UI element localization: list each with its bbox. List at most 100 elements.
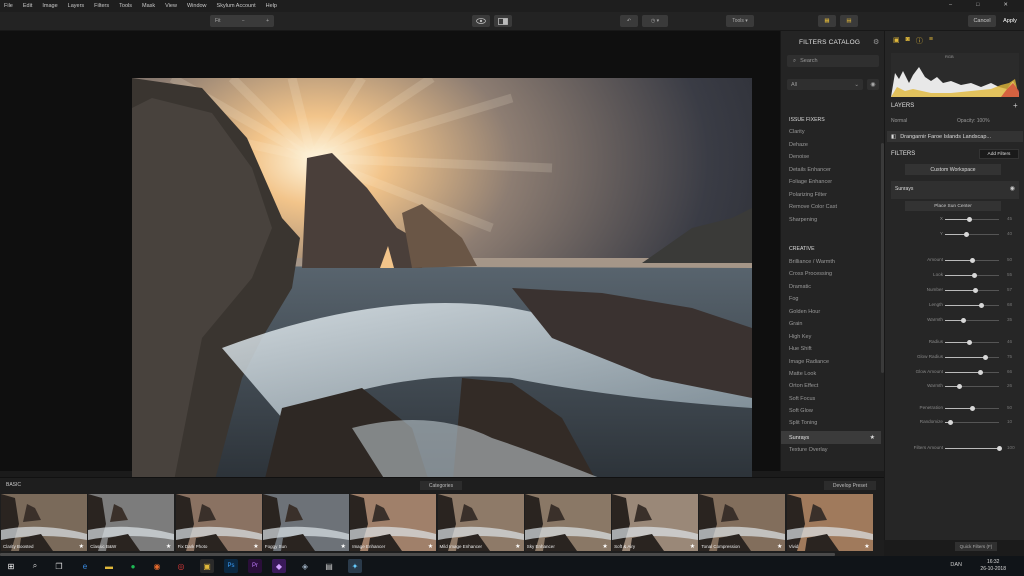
layer-item[interactable]: ◧ Drangarnir Faroe Islands Landscap... (887, 131, 1023, 142)
menu-mask[interactable]: Mask (142, 3, 155, 9)
catalog-item[interactable]: Remove Color Cast (789, 204, 837, 210)
preset-thumbnail[interactable]: Image Enhancer ★ (350, 494, 437, 551)
info-icon[interactable]: ⓘ (916, 36, 923, 46)
image-icon[interactable]: ▣ (893, 36, 900, 46)
catalog-item[interactable]: Orton Effect (789, 383, 818, 389)
slider-handle[interactable] (996, 446, 1002, 451)
favorite-star-icon[interactable]: ★ (253, 543, 258, 550)
zoom-in-icon[interactable]: + (266, 18, 269, 24)
catalog-item-selected[interactable]: Sunrays ★ (781, 431, 881, 444)
layout-icon[interactable]: ▦ (818, 15, 836, 27)
add-filters-button[interactable]: Add Filters (979, 149, 1019, 159)
task-view-icon[interactable]: ❐ (52, 559, 66, 573)
menu-window[interactable]: Window (187, 3, 207, 9)
catalog-item[interactable]: Fog (789, 296, 798, 302)
slider-handle[interactable] (947, 420, 953, 425)
slider-row[interactable]: Look 55 (893, 270, 1021, 280)
search-icon[interactable]: ⌕ (28, 559, 42, 573)
catalog-item[interactable]: Hue Shift (789, 346, 812, 352)
slider-handle[interactable] (983, 355, 988, 360)
slider-handle[interactable] (969, 258, 975, 263)
catalog-item[interactable]: Image Radiance (789, 359, 829, 365)
visibility-eye-icon[interactable]: ◉ (1010, 185, 1015, 192)
camera-icon[interactable]: ◙ (906, 36, 910, 46)
panels-icon[interactable]: ▤ (840, 15, 858, 27)
favorite-star-icon[interactable]: ★ (870, 434, 875, 441)
slider-row[interactable]: Warmth 26 (893, 381, 1021, 391)
menu-image[interactable]: Image (42, 3, 57, 9)
app-icon[interactable]: ▤ (322, 559, 336, 573)
preset-thumbnail[interactable]: Sky Enhancer ★ (524, 494, 611, 551)
catalog-item[interactable]: Grain (789, 321, 802, 327)
slider-handle[interactable] (956, 384, 962, 389)
menu-layers[interactable]: Layers (68, 3, 85, 9)
place-sun-center-button[interactable]: Place Sun Center (905, 201, 1001, 211)
slider-handle[interactable] (966, 217, 972, 222)
preset-thumbnail[interactable]: Tonal Compression ★ (699, 494, 786, 551)
slider-row[interactable]: Y 40 (893, 229, 1021, 239)
catalog-item[interactable]: Dehaze (789, 142, 808, 148)
slider-row[interactable]: Amount 50 (893, 255, 1021, 265)
compare-icon[interactable] (494, 15, 512, 27)
favorite-star-icon[interactable]: ★ (341, 543, 346, 550)
catalog-item[interactable]: Soft Glow (789, 408, 813, 414)
preset-thumbnail[interactable]: Clarity Boosted ★ (1, 494, 87, 551)
workspace-dropdown[interactable]: Custom Workspace (905, 164, 1001, 175)
catalog-item[interactable]: Matte Look (789, 371, 816, 377)
favorite-star-icon[interactable]: ★ (428, 543, 433, 550)
undo-icon[interactable]: ↶ (620, 15, 638, 27)
menu-view[interactable]: View (165, 3, 177, 9)
menu-edit[interactable]: Edit (23, 3, 32, 9)
slider-row[interactable]: X 45 (893, 214, 1021, 224)
menu-file[interactable]: File (4, 3, 13, 9)
preset-thumbnail[interactable]: Foggy Sun ★ (262, 494, 349, 551)
app-icon[interactable]: ◈ (298, 559, 312, 573)
favorite-star-icon[interactable]: ★ (690, 543, 695, 550)
catalog-item[interactable]: Dramatic (789, 284, 811, 290)
tools-dropdown[interactable]: Tools ▾ (726, 15, 754, 27)
catalog-item[interactable]: Foliage Enhancer (789, 179, 832, 185)
catalog-item[interactable]: Texture Overlay (789, 447, 828, 453)
menu-account[interactable]: Skylum Account (217, 3, 256, 9)
develop-preset-button[interactable]: Develop Preset (824, 481, 876, 490)
spotify-icon[interactable]: ● (126, 559, 140, 573)
maximize-icon[interactable]: □ (976, 2, 979, 8)
catalog-item[interactable]: Details Enhancer (789, 167, 831, 173)
catalog-item[interactable]: Denoise (789, 154, 809, 160)
catalog-item[interactable]: Soft Focus (789, 396, 815, 402)
preset-thumbnail[interactable]: Soft & Airy ★ (612, 494, 699, 551)
opacity-value[interactable]: Opacity: 100% (957, 118, 990, 124)
catalog-item[interactable]: Split Toning (789, 420, 817, 426)
eye-preview-icon[interactable] (472, 15, 490, 27)
folder-icon[interactable]: ▬ (102, 559, 116, 573)
slider-handle[interactable] (967, 340, 973, 345)
favorite-star-icon[interactable]: ★ (166, 543, 171, 550)
catalog-item[interactable]: Polarizing Filter (789, 192, 827, 198)
menu-filters[interactable]: Filters (94, 3, 109, 9)
windows-start-icon[interactable]: ⊞ (4, 559, 18, 573)
zoom-out-icon[interactable]: − (242, 18, 245, 24)
gear-icon[interactable]: ⚙ (873, 38, 879, 46)
catalog-item[interactable]: Brilliance / Warmth (789, 259, 835, 265)
premiere-icon[interactable]: Pr (248, 559, 262, 573)
preset-thumbnail[interactable]: Mild Image Enhancer ★ (437, 494, 524, 551)
opera-icon[interactable]: ◎ (174, 559, 188, 573)
slider-row[interactable]: Number 57 (893, 285, 1021, 295)
catalog-search-input[interactable]: ⌕ Search (787, 55, 879, 67)
eye-icon[interactable]: ◉ (867, 79, 879, 90)
favorite-star-icon[interactable]: ★ (602, 543, 607, 550)
catalog-item[interactable]: Golden Hour (789, 309, 820, 315)
slider-row[interactable]: Penetration 50 (893, 403, 1021, 413)
app-icon[interactable]: ◆ (272, 559, 286, 573)
slider-row[interactable]: Glow Amount 66 (893, 367, 1021, 377)
cancel-button[interactable]: Cancel (968, 15, 996, 27)
slider-track[interactable] (945, 422, 999, 423)
preset-thumbnail[interactable]: Fix Dark Photo ★ (175, 494, 262, 551)
edge-icon[interactable]: e (78, 559, 92, 573)
zoom-control[interactable]: Fit − + (210, 15, 274, 27)
blend-mode[interactable]: Normal (891, 118, 907, 124)
favorite-star-icon[interactable]: ★ (777, 543, 782, 550)
catalog-item[interactable]: High Key (789, 334, 811, 340)
firefox-icon[interactable]: ◉ (150, 559, 164, 573)
slider-row[interactable]: Radius 46 (893, 337, 1021, 347)
